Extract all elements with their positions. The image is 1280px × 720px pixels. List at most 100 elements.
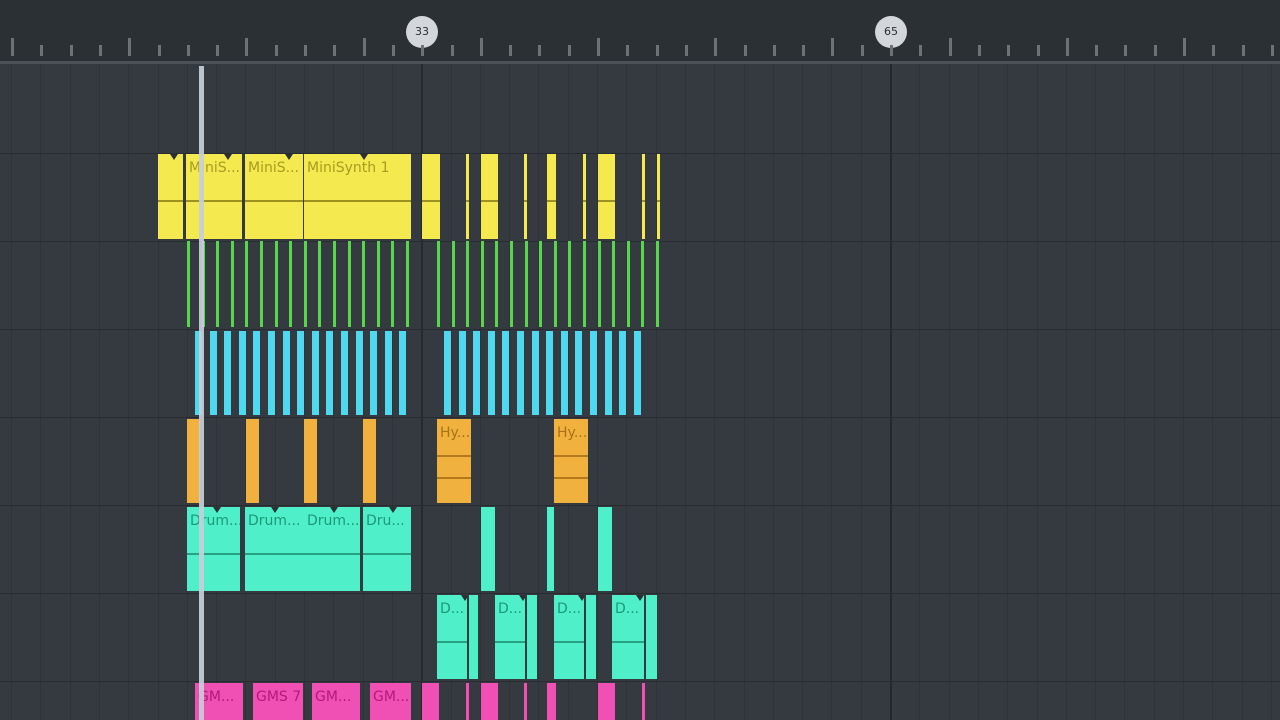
clip-green-pattern[interactable] (583, 241, 586, 327)
clip-green-pattern[interactable] (245, 241, 248, 327)
clip-green-pattern[interactable] (525, 241, 528, 327)
clip-d-short[interactable] (586, 595, 596, 679)
clip-green-pattern[interactable] (641, 241, 644, 327)
clip-gms-3[interactable]: GM... (370, 683, 411, 720)
clip-cyan-pattern[interactable] (459, 331, 466, 415)
clip-cyan-pattern[interactable] (312, 331, 319, 415)
clip-green-pattern[interactable] (318, 241, 321, 327)
clip-green-pattern[interactable] (656, 241, 659, 327)
timeline-marker-65[interactable]: 65 (875, 16, 907, 48)
clip-cyan-pattern[interactable] (488, 331, 495, 415)
clip-drum-1[interactable]: Drum... (245, 507, 304, 591)
clip-green-pattern[interactable] (437, 241, 440, 327)
clip-cyan-pattern[interactable] (385, 331, 392, 415)
clip-green-pattern[interactable] (362, 241, 365, 327)
clip-hy-0[interactable]: Hy... (437, 419, 471, 503)
clip-cyan-pattern[interactable] (444, 331, 451, 415)
clip-green-pattern[interactable] (275, 241, 278, 327)
clip-cyan-pattern[interactable] (561, 331, 568, 415)
clip-drum-short[interactable] (547, 507, 554, 591)
clip-cyan-pattern[interactable] (326, 331, 333, 415)
clip-minisynth-short[interactable] (466, 154, 469, 239)
clip-cyan-pattern[interactable] (210, 331, 217, 415)
clip-green-pattern[interactable] (466, 241, 469, 327)
clip-d-short[interactable] (527, 595, 537, 679)
clip-green-pattern[interactable] (568, 241, 571, 327)
clip-green-pattern[interactable] (333, 241, 336, 327)
clip-cyan-pattern[interactable] (268, 331, 275, 415)
clip-green-pattern[interactable] (612, 241, 615, 327)
clip-gms-short[interactable] (524, 683, 527, 720)
clip-minisynth-short[interactable] (547, 154, 556, 239)
timeline-ruler[interactable]: 33 65 (0, 0, 1280, 62)
clip-minisynth-0[interactable] (158, 154, 183, 239)
clip-cyan-pattern[interactable] (239, 331, 246, 415)
clip-gms-short[interactable] (598, 683, 615, 720)
clip-green-pattern[interactable] (627, 241, 630, 327)
clip-drum-short[interactable] (598, 507, 612, 591)
clip-d-short[interactable] (646, 595, 657, 679)
clip-green-pattern[interactable] (187, 241, 190, 327)
clip-drum-2[interactable]: Drum... (304, 507, 360, 591)
clip-cyan-pattern[interactable] (605, 331, 612, 415)
clip-minisynth-short[interactable] (481, 154, 498, 239)
clip-cyan-pattern[interactable] (619, 331, 626, 415)
clip-cyan-pattern[interactable] (399, 331, 406, 415)
clip-green-pattern[interactable] (452, 241, 455, 327)
clip-gms-short[interactable] (547, 683, 556, 720)
clip-hy-short[interactable] (246, 419, 259, 503)
clip-green-pattern[interactable] (495, 241, 498, 327)
clip-green-pattern[interactable] (554, 241, 557, 327)
clip-gms-2[interactable]: GM... (312, 683, 360, 720)
clip-cyan-pattern[interactable] (546, 331, 553, 415)
clip-d-0[interactable]: D... (437, 595, 467, 679)
clip-drum-0[interactable]: Drum... (187, 507, 240, 591)
timeline-marker-33[interactable]: 33 (406, 16, 438, 48)
clip-cyan-pattern[interactable] (356, 331, 363, 415)
clip-gms-short[interactable] (642, 683, 645, 720)
clip-green-pattern[interactable] (510, 241, 513, 327)
clip-cyan-pattern[interactable] (532, 331, 539, 415)
clip-minisynth-short[interactable] (422, 154, 440, 239)
clip-minisynth-3[interactable]: MiniSynth 1 (304, 154, 411, 239)
clip-gms-1[interactable]: GMS 7 (253, 683, 303, 720)
clip-gms-short[interactable] (481, 683, 498, 720)
clip-hy-short[interactable] (304, 419, 317, 503)
clip-green-pattern[interactable] (260, 241, 263, 327)
clip-minisynth-short[interactable] (598, 154, 615, 239)
clip-cyan-pattern[interactable] (634, 331, 641, 415)
clip-cyan-pattern[interactable] (224, 331, 231, 415)
clip-minisynth-2[interactable]: MiniS... (245, 154, 303, 239)
clip-d-2[interactable]: D... (554, 595, 584, 679)
clip-cyan-pattern[interactable] (297, 331, 304, 415)
clip-green-pattern[interactable] (304, 241, 307, 327)
clip-green-pattern[interactable] (598, 241, 601, 327)
clip-cyan-pattern[interactable] (517, 331, 524, 415)
clip-cyan-pattern[interactable] (370, 331, 377, 415)
clip-green-pattern[interactable] (216, 241, 219, 327)
clip-green-pattern[interactable] (391, 241, 394, 327)
clip-gms-short[interactable] (422, 683, 439, 720)
clip-cyan-pattern[interactable] (341, 331, 348, 415)
clip-drum-3[interactable]: Dru... (363, 507, 411, 591)
clip-d-short[interactable] (469, 595, 478, 679)
clip-cyan-pattern[interactable] (283, 331, 290, 415)
clip-cyan-pattern[interactable] (502, 331, 509, 415)
clip-minisynth-short[interactable] (657, 154, 660, 239)
clip-minisynth-short[interactable] (642, 154, 645, 239)
clip-cyan-pattern[interactable] (575, 331, 582, 415)
clip-green-pattern[interactable] (377, 241, 380, 327)
clip-green-pattern[interactable] (348, 241, 351, 327)
clip-cyan-pattern[interactable] (590, 331, 597, 415)
clip-cyan-pattern[interactable] (253, 331, 260, 415)
clip-d-1[interactable]: D... (495, 595, 525, 679)
clip-hy-1[interactable]: Hy... (554, 419, 588, 503)
clip-green-pattern[interactable] (289, 241, 292, 327)
clip-minisynth-short[interactable] (583, 154, 586, 239)
clip-green-pattern[interactable] (406, 241, 409, 327)
clip-drum-short[interactable] (481, 507, 495, 591)
clip-d-3[interactable]: D... (612, 595, 644, 679)
clip-green-pattern[interactable] (539, 241, 542, 327)
clip-green-pattern[interactable] (481, 241, 484, 327)
clip-gms-short[interactable] (466, 683, 469, 720)
